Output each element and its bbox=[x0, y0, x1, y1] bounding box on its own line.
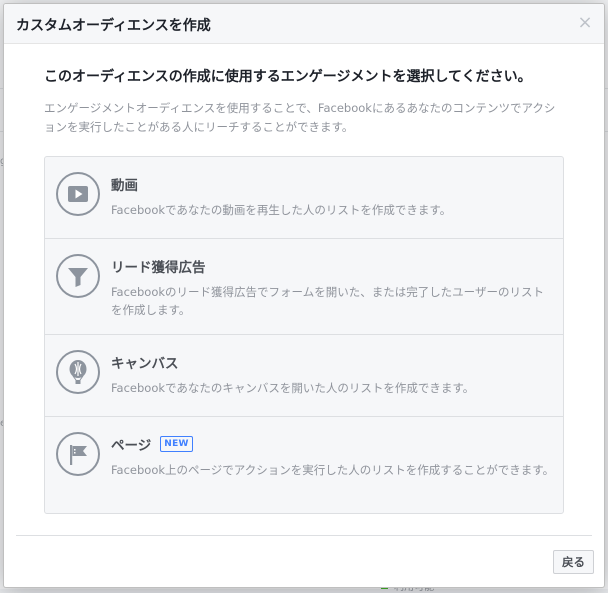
option-video[interactable]: 動画 Facebookであなたの動画を再生した人のリストを作成できます。 bbox=[45, 157, 563, 239]
option-description: Facebookのリード獲得広告でフォームを開いた、または完了したユーザーのリス… bbox=[111, 285, 544, 317]
option-canvas[interactable]: キャンバス Facebookであなたのキャンバスを開いた人のリストを作成できます… bbox=[45, 335, 563, 417]
engagement-heading: このオーディエンスの作成に使用するエンゲージメントを選択してください。 bbox=[44, 69, 532, 85]
option-lead-ads[interactable]: リード獲得広告 Facebookのリード獲得広告でフォームを開いた、または完了し… bbox=[45, 239, 563, 335]
dialog-content: このオーディエンスの作成に使用するエンゲージメントを選択してください。 エンゲー… bbox=[44, 66, 564, 137]
option-description: Facebook上のページでアクションを実行した人のリストを作成することができま… bbox=[111, 463, 555, 477]
back-button[interactable]: 戻る bbox=[553, 550, 594, 574]
option-title-text: ページ bbox=[111, 438, 152, 454]
video-play-icon bbox=[56, 172, 100, 216]
option-title-text: 動画 bbox=[111, 178, 138, 194]
close-icon[interactable]: × bbox=[576, 12, 594, 34]
balloon-icon bbox=[56, 350, 100, 394]
option-description: Facebookであなたの動画を再生した人のリストを作成できます。 bbox=[111, 203, 452, 217]
dialog-title: カスタムオーディエンスを作成 bbox=[16, 18, 211, 34]
engagement-options-list: 動画 Facebookであなたの動画を再生した人のリストを作成できます。 リード… bbox=[44, 156, 564, 514]
option-page[interactable]: ページ NEW Facebook上のページでアクションを実行した人のリストを作成… bbox=[45, 417, 563, 513]
option-description: Facebookであなたのキャンバスを開いた人のリストを作成できます。 bbox=[111, 381, 475, 395]
dialog-header: カスタムオーディエンスを作成 × bbox=[4, 4, 604, 44]
option-title: ページ NEW bbox=[111, 434, 193, 454]
flag-icon bbox=[56, 432, 100, 476]
engagement-description: エンゲージメントオーディエンスを使用することで、Facebookにあるあなたのコ… bbox=[44, 101, 556, 134]
option-title-text: キャンバス bbox=[111, 356, 179, 372]
new-badge: NEW bbox=[160, 436, 193, 452]
footer-divider bbox=[16, 535, 592, 536]
option-title: キャンバス bbox=[111, 352, 179, 372]
option-title: 動画 bbox=[111, 174, 138, 194]
funnel-icon bbox=[56, 254, 100, 298]
option-title-text: リード獲得広告 bbox=[111, 260, 206, 276]
option-title: リード獲得広告 bbox=[111, 256, 206, 276]
custom-audience-dialog: カスタムオーディエンスを作成 × このオーディエンスの作成に使用するエンゲージメ… bbox=[3, 3, 605, 588]
